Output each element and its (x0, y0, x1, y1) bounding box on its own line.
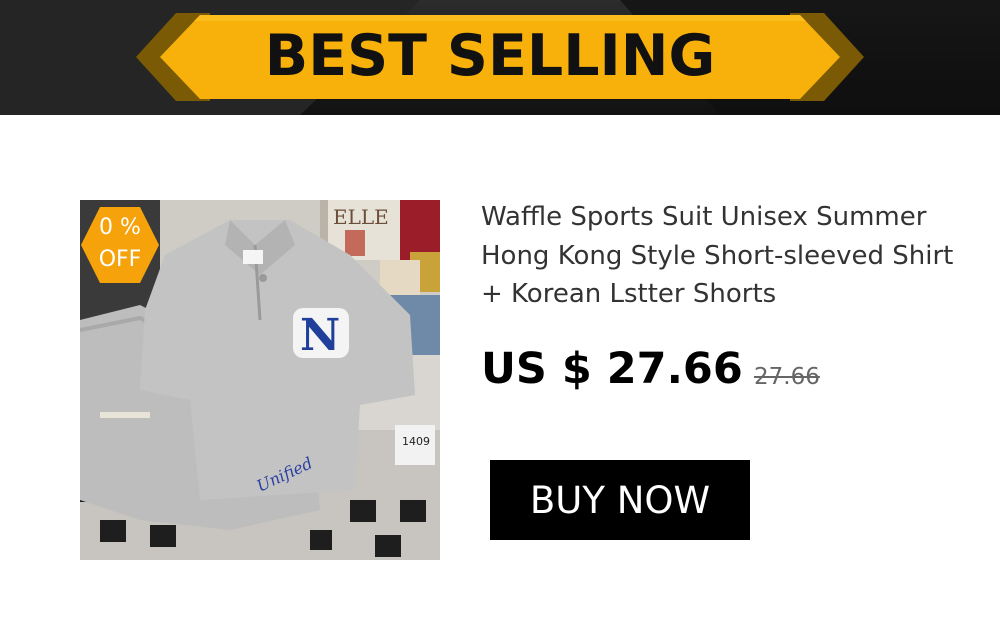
product-title[interactable]: Waffle Sports Suit Unisex Summer Hong Ko… (481, 198, 981, 314)
discount-percent: 0 % (99, 215, 141, 240)
buy-now-button[interactable]: BUY NOW (490, 460, 750, 540)
banner-title: BEST SELLING (264, 23, 716, 89)
discount-badge: 0 % OFF (80, 205, 160, 285)
letter-n-patch: N (300, 310, 340, 361)
product-tag-number: 1409 (402, 435, 430, 448)
magazine-title: ELLE (333, 205, 389, 229)
best-selling-banner: BEST SELLING (0, 0, 1000, 115)
original-price: 27.66 (754, 364, 820, 390)
discount-off-label: OFF (98, 247, 142, 272)
product-price: US $ 27.66 (481, 344, 743, 394)
